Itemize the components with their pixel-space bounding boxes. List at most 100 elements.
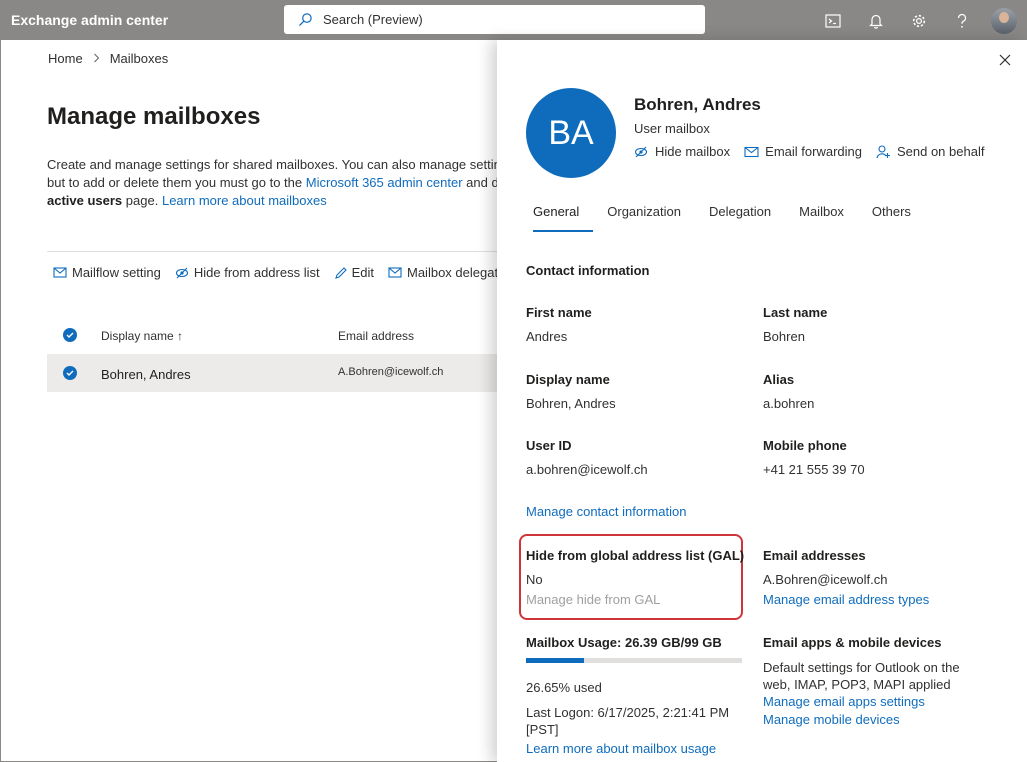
search-input[interactable]: Search (Preview) xyxy=(323,12,423,27)
mailbox-avatar: BA xyxy=(526,88,616,178)
manage-contact-information-link[interactable]: Manage contact information xyxy=(526,504,686,519)
help-icon[interactable] xyxy=(940,1,983,40)
gal-highlight-box xyxy=(519,534,743,620)
hide-icon xyxy=(634,146,648,157)
table-row[interactable]: Bohren, Andres A.Bohren@icewolf.ch xyxy=(47,354,497,392)
top-icons xyxy=(811,1,1026,40)
tab-others[interactable]: Others xyxy=(872,204,925,232)
learn-more-mailbox-usage-link[interactable]: Learn more about mailbox usage xyxy=(526,741,716,756)
description-line: active users page. Learn more about mail… xyxy=(47,192,497,210)
user-avatar[interactable] xyxy=(991,7,1017,34)
mailbox-usage-fill xyxy=(526,658,584,663)
description-text: page. xyxy=(125,193,159,208)
divider xyxy=(47,251,497,252)
mailflow-setting-button[interactable]: Mailflow setting xyxy=(53,265,161,280)
breadcrumb-home[interactable]: Home xyxy=(48,51,83,66)
description-text: but to add or delete them you must go to… xyxy=(47,175,303,190)
edit-button[interactable]: Edit xyxy=(334,265,374,280)
description-line: but to add or delete them you must go to… xyxy=(47,174,497,192)
panel-tabs: General Organization Delegation Mailbox … xyxy=(533,204,939,232)
select-all-checkbox[interactable] xyxy=(63,328,77,342)
display-name-label: Display name xyxy=(526,372,610,387)
admin-center-link[interactable]: Microsoft 365 admin center xyxy=(306,175,463,190)
mobile-phone-value: +41 21 555 39 70 xyxy=(763,462,865,477)
column-display-name-label: Display name xyxy=(101,329,174,343)
mailbox-details-panel: BA Bohren, Andres User mailbox Hide mail… xyxy=(497,40,1027,762)
alias-label: Alias xyxy=(763,372,795,387)
manage-email-apps-link[interactable]: Manage email apps settings xyxy=(763,694,925,709)
mail-icon xyxy=(744,146,759,157)
gal-value: No xyxy=(526,572,543,587)
top-bar: Exchange admin center Search (Preview) xyxy=(1,1,1026,40)
page-title: Manage mailboxes xyxy=(47,103,261,130)
first-name-label: First name xyxy=(526,305,592,320)
tab-organization[interactable]: Organization xyxy=(607,204,695,232)
panel-actions: Hide mailbox Email forwarding Send on be… xyxy=(634,144,984,159)
manage-mobile-devices-link[interactable]: Manage mobile devices xyxy=(763,712,900,727)
hide-mailbox-button[interactable]: Hide mailbox xyxy=(634,144,730,159)
learn-more-mailboxes-link[interactable]: Learn more about mailboxes xyxy=(162,193,327,208)
email-apps-text: Default settings for Outlook on the web,… xyxy=(763,660,960,692)
user-id-value: a.bohren@icewolf.ch xyxy=(526,462,648,477)
alias-value: a.bohren xyxy=(763,396,815,411)
tab-delegation[interactable]: Delegation xyxy=(709,204,785,232)
mailbox-usage-bar xyxy=(526,658,742,663)
mailbox-usage-percent: 26.65% used xyxy=(526,680,602,695)
row-display-name[interactable]: Bohren, Andres xyxy=(101,367,191,382)
last-logon: Last Logon: 6/17/2025, 2:21:41 PM [PST] xyxy=(526,705,730,737)
email-forwarding-label: Email forwarding xyxy=(765,144,862,159)
display-name-value: Bohren, Andres xyxy=(526,396,616,411)
hide-from-address-list-label: Hide from address list xyxy=(193,265,320,280)
last-name-value: Bohren xyxy=(763,329,805,344)
user-id-label: User ID xyxy=(526,438,572,453)
contact-information-title: Contact information xyxy=(526,263,650,278)
person-add-icon xyxy=(876,144,890,158)
send-on-behalf-button[interactable]: Send on behalf xyxy=(876,144,984,159)
breadcrumb: Home Mailboxes xyxy=(48,51,168,66)
hide-from-address-list-button[interactable]: Hide from address list xyxy=(175,265,320,280)
breadcrumb-current: Mailboxes xyxy=(109,51,169,66)
search-icon xyxy=(297,12,313,28)
mailbox-type: User mailbox xyxy=(634,121,710,136)
cloud-shell-icon[interactable] xyxy=(811,1,854,40)
row-checkbox[interactable] xyxy=(63,366,77,380)
manage-email-address-types-link[interactable]: Manage email address types xyxy=(763,592,929,607)
send-on-behalf-label: Send on behalf xyxy=(896,144,985,159)
tab-general[interactable]: General xyxy=(533,204,594,232)
edit-label: Edit xyxy=(351,265,374,280)
description-line: Create and manage settings for shared ma… xyxy=(47,157,497,172)
first-name-value: Andres xyxy=(526,329,568,344)
tab-mailbox[interactable]: Mailbox xyxy=(799,204,858,232)
last-name-label: Last name xyxy=(763,305,828,320)
email-forwarding-button[interactable]: Email forwarding xyxy=(744,144,862,159)
mobile-phone-label: Mobile phone xyxy=(763,438,847,453)
chevron-right-icon xyxy=(93,51,100,66)
page-description: Create and manage settings for shared ma… xyxy=(47,156,497,210)
gear-icon[interactable] xyxy=(897,1,940,40)
manage-hide-from-gal-link[interactable]: Manage hide from GAL xyxy=(526,592,660,607)
sort-ascending-icon: ↑ xyxy=(177,329,184,343)
hide-mailbox-label: Hide mailbox xyxy=(655,144,731,159)
mailbox-name: Bohren, Andres xyxy=(634,95,761,114)
mailflow-setting-label: Mailflow setting xyxy=(72,265,161,280)
column-display-name[interactable]: Display name ↑ xyxy=(101,329,183,343)
bell-icon[interactable] xyxy=(854,1,897,40)
description-bold: active users xyxy=(47,193,123,208)
app-title[interactable]: Exchange admin center xyxy=(11,12,168,28)
command-bar: Mailflow setting Hide from address list … xyxy=(53,265,515,280)
grid-header: Display name ↑ Email address xyxy=(47,319,497,353)
description-text: and do it from the xyxy=(466,175,497,190)
row-email-address: A.Bohren@icewolf.ch xyxy=(338,366,444,378)
close-icon[interactable] xyxy=(999,54,1015,70)
search-box[interactable]: Search (Preview) xyxy=(284,5,705,34)
pencil-icon xyxy=(334,266,347,279)
mailbox-usage-label: Mailbox Usage: 26.39 GB/99 GB xyxy=(526,635,722,650)
column-email-address[interactable]: Email address xyxy=(338,329,414,343)
email-addresses-label: Email addresses xyxy=(763,548,866,563)
hide-icon xyxy=(175,267,188,278)
mail-icon xyxy=(388,267,402,278)
email-apps-label: Email apps & mobile devices xyxy=(763,635,942,650)
mail-settings-icon xyxy=(53,267,67,278)
email-addresses-value: A.Bohren@icewolf.ch xyxy=(763,572,888,587)
gal-label: Hide from global address list (GAL) xyxy=(526,548,745,563)
